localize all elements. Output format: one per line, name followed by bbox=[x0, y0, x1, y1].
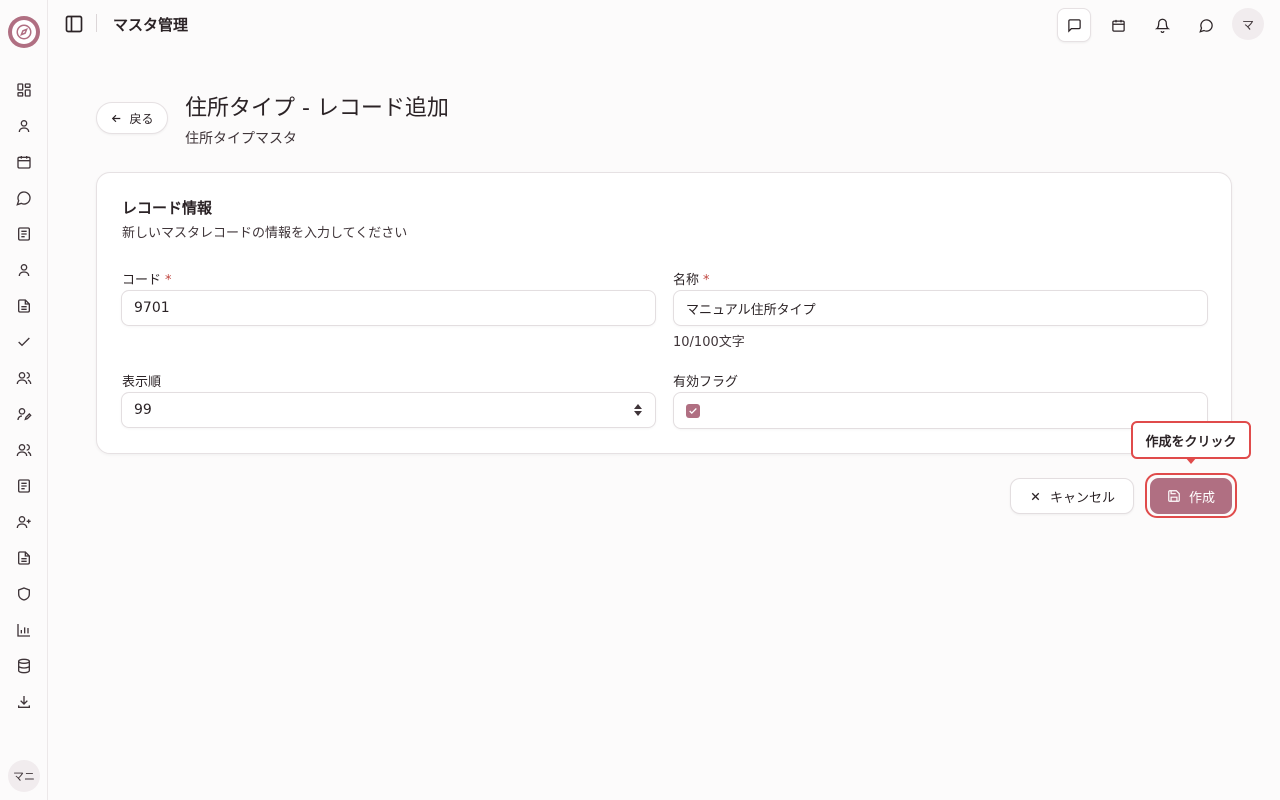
sidebar-toggle-button[interactable] bbox=[62, 12, 86, 36]
name-input[interactable]: マニュアル住所タイプ bbox=[673, 290, 1208, 326]
dashboard-icon bbox=[17, 83, 31, 97]
create-label: 作成 bbox=[1188, 490, 1215, 506]
sidebar-item-chat[interactable] bbox=[12, 186, 36, 210]
compass-icon bbox=[12, 20, 36, 44]
sidebar-item-file-2[interactable] bbox=[12, 546, 36, 570]
sidebar-item-database[interactable] bbox=[12, 654, 36, 678]
shield-icon bbox=[18, 587, 30, 601]
user-icon bbox=[18, 120, 30, 133]
back-button[interactable]: 戻る bbox=[96, 102, 168, 134]
sidebar-item-users[interactable] bbox=[12, 366, 36, 390]
order-value: 99 bbox=[134, 402, 152, 418]
calendar-icon bbox=[17, 156, 31, 169]
avatar[interactable]: マ bbox=[1232, 8, 1264, 40]
chat-icon bbox=[16, 191, 31, 206]
order-label: 表示順 bbox=[122, 375, 162, 390]
required-mark: * bbox=[165, 273, 172, 288]
bell-icon bbox=[1154, 18, 1170, 33]
user-initials: マニ bbox=[13, 770, 35, 783]
sidebar-item-user-2[interactable] bbox=[12, 258, 36, 282]
messages-button[interactable] bbox=[1057, 8, 1091, 42]
name-value: マニュアル住所タイプ bbox=[686, 302, 816, 318]
top-header: マスタ管理 マ bbox=[48, 0, 1280, 48]
user-menu[interactable]: マニ bbox=[8, 760, 40, 792]
sidebar: マニ bbox=[0, 0, 48, 800]
notifications-button[interactable] bbox=[1145, 8, 1179, 42]
name-char-count: 10/100文字 bbox=[673, 335, 745, 350]
calendar-button[interactable] bbox=[1101, 8, 1135, 42]
download-icon bbox=[18, 696, 30, 708]
chat-button[interactable] bbox=[1189, 8, 1223, 42]
cancel-label: キャンセル bbox=[1049, 490, 1115, 506]
sidebar-item-document[interactable] bbox=[12, 222, 36, 246]
code-label: コード * bbox=[122, 273, 172, 288]
tooltip-text: 作成をクリック bbox=[1145, 434, 1237, 450]
required-mark: * bbox=[703, 273, 710, 288]
sidebar-item-document-2[interactable] bbox=[12, 474, 36, 498]
calendar-icon bbox=[1111, 19, 1125, 32]
sidebar-item-reports[interactable] bbox=[12, 618, 36, 642]
sidebar-item-security[interactable] bbox=[12, 582, 36, 606]
document-icon bbox=[18, 227, 30, 241]
number-stepper-icon[interactable] bbox=[633, 403, 643, 417]
check-icon bbox=[18, 337, 30, 347]
cancel-button[interactable]: キャンセル bbox=[1010, 478, 1134, 514]
create-button[interactable]: 作成 bbox=[1150, 478, 1232, 514]
sidebar-item-user-edit[interactable] bbox=[12, 402, 36, 426]
name-label: 名称 * bbox=[673, 273, 710, 288]
user-edit-icon bbox=[17, 408, 32, 421]
order-input[interactable]: 99 bbox=[121, 392, 656, 428]
active-field bbox=[673, 392, 1208, 429]
save-icon bbox=[1168, 490, 1180, 502]
user-plus-icon bbox=[16, 516, 31, 529]
instruction-tooltip: 作成をクリック bbox=[1131, 421, 1251, 459]
card-title: レコード情報 bbox=[122, 199, 213, 217]
users-icon bbox=[16, 444, 32, 457]
chart-icon bbox=[17, 624, 30, 637]
users-icon bbox=[16, 372, 32, 385]
sidebar-item-file[interactable] bbox=[12, 294, 36, 318]
arrow-left-icon bbox=[112, 114, 121, 122]
sidebar-item-user[interactable] bbox=[12, 114, 36, 138]
sidebar-item-dashboard[interactable] bbox=[12, 78, 36, 102]
active-checkbox[interactable] bbox=[686, 404, 700, 418]
page-title: 住所タイプ - レコード追加 bbox=[185, 96, 449, 121]
sidebar-item-user-plus[interactable] bbox=[12, 510, 36, 534]
back-label: 戻る bbox=[129, 111, 154, 126]
sidebar-item-users-2[interactable] bbox=[12, 438, 36, 462]
tooltip-arrow bbox=[1185, 457, 1197, 464]
card-description: 新しいマスタレコードの情報を入力してください bbox=[122, 226, 408, 241]
header-title: マスタ管理 bbox=[113, 16, 189, 34]
code-value: 9701 bbox=[134, 300, 170, 316]
document-icon bbox=[18, 479, 30, 493]
page-subtitle: 住所タイプマスタ bbox=[185, 131, 297, 147]
message-square-icon bbox=[1067, 18, 1081, 33]
active-label: 有効フラグ bbox=[673, 375, 739, 390]
chat-icon bbox=[1198, 18, 1213, 33]
app-logo[interactable] bbox=[8, 16, 40, 48]
file-icon bbox=[18, 551, 30, 565]
database-icon bbox=[18, 658, 30, 674]
sidebar-item-tasks[interactable] bbox=[12, 330, 36, 354]
record-form-card: レコード情報 新しいマスタレコードの情報を入力してください コード * 9701 … bbox=[96, 172, 1232, 454]
avatar-initial: マ bbox=[1241, 17, 1254, 32]
code-input[interactable]: 9701 bbox=[121, 290, 656, 326]
user-icon bbox=[18, 264, 30, 277]
check-icon bbox=[689, 408, 697, 414]
sidebar-item-calendar[interactable] bbox=[12, 150, 36, 174]
header-divider bbox=[96, 14, 97, 32]
sidebar-item-download[interactable] bbox=[12, 690, 36, 714]
panel-left-icon bbox=[65, 15, 83, 33]
file-icon bbox=[18, 299, 30, 313]
close-icon bbox=[1031, 492, 1040, 500]
